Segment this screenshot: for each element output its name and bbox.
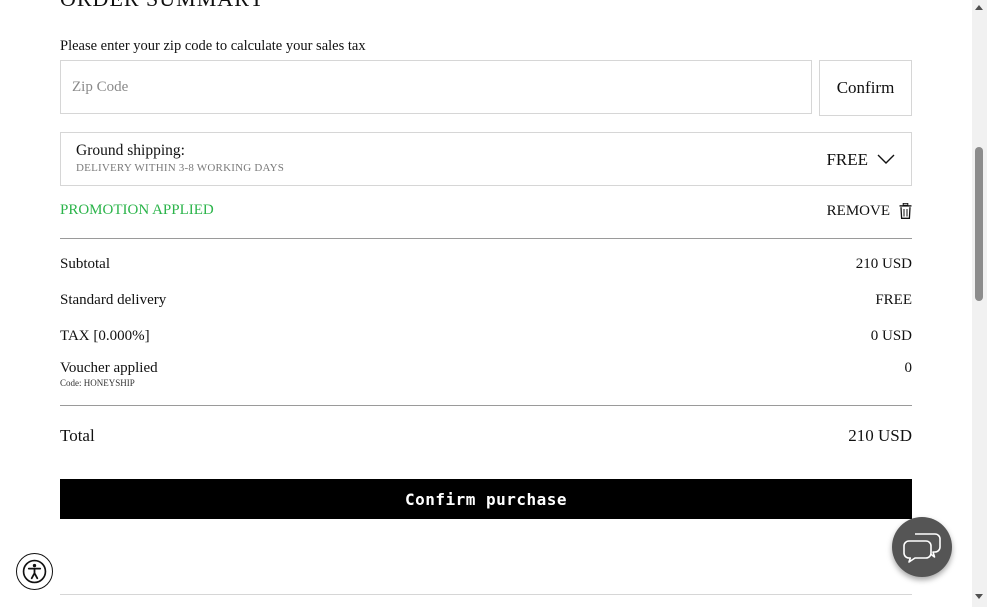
accessibility-icon: [22, 559, 47, 584]
divider: [60, 594, 912, 595]
subtotal-label: Subtotal: [60, 256, 111, 272]
shipping-method-select[interactable]: Ground shipping: DELIVERY WITHIN 3-8 WOR…: [60, 132, 912, 186]
voucher-value: 0: [904, 360, 913, 376]
confirm-purchase-button[interactable]: Confirm purchase: [60, 479, 912, 519]
chevron-down-icon[interactable]: [877, 153, 895, 165]
subtotal-value: 210 USD: [855, 256, 912, 272]
tax-label: TAX [0.000%]: [60, 328, 150, 344]
total-value: 210 USD: [848, 426, 912, 445]
promotion-status: PROMOTION APPLIED: [60, 202, 214, 218]
scroll-up-arrow-icon[interactable]: [975, 5, 983, 10]
delivery-label: Standard delivery: [60, 292, 167, 308]
scroll-down-arrow-icon[interactable]: [975, 594, 983, 599]
voucher-label: Voucher applied: [60, 360, 158, 376]
divider: [60, 405, 912, 406]
voucher-code: Code: HONEYSHIP: [60, 378, 135, 388]
shipping-delivery-note: DELIVERY WITHIN 3-8 WORKING DAYS: [76, 162, 285, 174]
shipping-method-title: Ground shipping:: [76, 142, 185, 159]
tax-value: 0 USD: [870, 328, 912, 344]
trash-icon: [899, 203, 912, 219]
order-summary-heading: ORDER SUMMARY: [60, 0, 266, 12]
chat-widget-button[interactable]: [892, 517, 952, 577]
divider: [60, 238, 912, 239]
order-summary-page: ORDER SUMMARY Please enter your zip code…: [0, 0, 972, 607]
shipping-price: FREE: [826, 150, 868, 169]
delivery-value: FREE: [875, 292, 912, 308]
remove-promotion-button[interactable]: REMOVE: [827, 200, 912, 222]
accessibility-button[interactable]: [16, 553, 53, 590]
chat-bubbles-icon: [903, 533, 941, 563]
zip-code-input[interactable]: [60, 60, 812, 114]
remove-promotion-label: REMOVE: [826, 202, 890, 219]
zip-confirm-button[interactable]: Confirm: [819, 60, 912, 116]
vertical-scrollbar[interactable]: [972, 0, 987, 607]
zip-code-label: Please enter your zip code to calculate …: [60, 38, 366, 54]
scrollbar-thumb[interactable]: [975, 147, 983, 301]
total-label: Total: [60, 426, 95, 445]
